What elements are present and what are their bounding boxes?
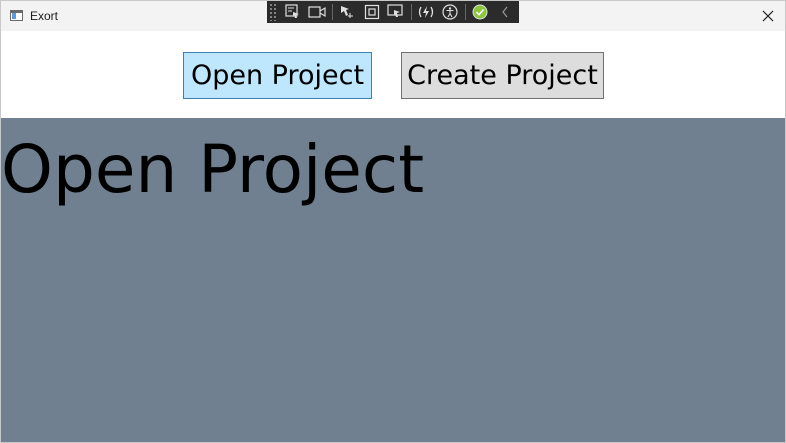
close-icon: [762, 10, 774, 22]
display-layout-adorners-button[interactable]: [337, 2, 358, 22]
header-bar: Open Project Create Project: [1, 31, 785, 118]
xaml-debug-toolbar: [267, 1, 519, 23]
content-area: Open Project: [1, 118, 785, 442]
collapse-toolbar-button[interactable]: [494, 2, 515, 22]
close-button[interactable]: [751, 1, 785, 31]
toolbar-grip-handle[interactable]: [269, 3, 277, 21]
track-focus-icon: [364, 4, 379, 20]
toolbar-separator: [464, 4, 466, 20]
hot-reload-button[interactable]: [416, 2, 437, 22]
collapse-chevron-icon: [501, 6, 508, 18]
window-title: Exort: [30, 9, 59, 23]
toolbar-separator: [331, 4, 333, 20]
select-element-in-app-icon: [387, 4, 403, 17]
app-window-icon: [10, 10, 23, 21]
hot-reload-icon: [418, 6, 433, 18]
accessibility-checker-button[interactable]: [440, 2, 461, 22]
binding-check-ok-icon: [472, 4, 488, 20]
toolbar-separator: [410, 4, 412, 20]
select-element-icon: [285, 4, 299, 18]
create-project-button[interactable]: Create Project: [401, 52, 604, 99]
track-focus-button[interactable]: [361, 2, 382, 22]
video-camera-icon: [308, 6, 327, 18]
app-window: Exort Open Project Create Project Open P…: [0, 0, 786, 443]
select-element-in-app-button[interactable]: [386, 2, 407, 22]
binding-failures-button[interactable]: [470, 2, 491, 22]
page-title: Open Project: [1, 131, 425, 208]
record-video-button[interactable]: [307, 2, 328, 22]
display-layout-adorners-icon: [341, 6, 353, 18]
select-element-button[interactable]: [283, 2, 304, 22]
accessibility-icon: [442, 4, 459, 20]
open-project-button[interactable]: Open Project: [183, 52, 372, 99]
